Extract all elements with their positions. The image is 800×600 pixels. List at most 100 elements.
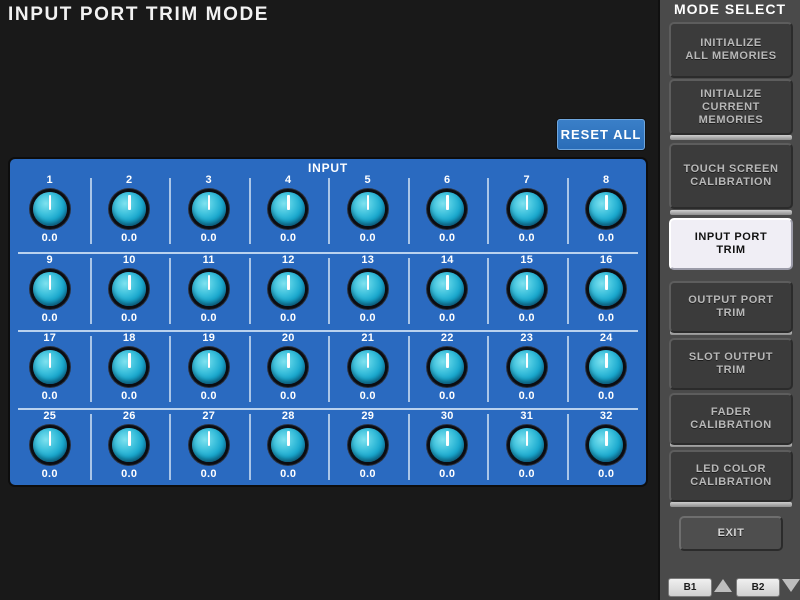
trim-knob[interactable] (27, 267, 73, 311)
knob-dial[interactable] (589, 350, 624, 384)
knob-dial[interactable] (350, 272, 385, 306)
knob-dial[interactable] (191, 272, 226, 306)
channel-knob-cell[interactable]: 27 0.0 (169, 410, 249, 485)
mode-button-touch-screen[interactable]: TOUCH SCREEN CALIBRATION (669, 143, 793, 209)
exit-button[interactable]: EXIT (679, 516, 783, 551)
trim-knob[interactable] (424, 345, 470, 389)
trim-knob[interactable] (345, 187, 391, 231)
bank-1-button[interactable]: B1 (668, 578, 712, 597)
channel-knob-cell[interactable]: 12 0.0 (248, 254, 329, 332)
triangle-up-icon[interactable] (714, 579, 732, 592)
knob-dial[interactable] (32, 350, 67, 384)
channel-knob-cell[interactable]: 21 0.0 (328, 332, 408, 410)
trim-knob[interactable] (583, 187, 629, 231)
knob-dial[interactable] (271, 192, 306, 226)
mode-button-input-port[interactable]: INPUT PORT TRIM (669, 218, 793, 270)
channel-knob-cell[interactable]: 19 0.0 (169, 332, 249, 410)
trim-knob[interactable] (106, 267, 152, 311)
mode-button-fader[interactable]: FADER CALIBRATION (669, 393, 793, 445)
knob-dial[interactable] (191, 428, 226, 462)
channel-knob-cell[interactable]: 13 0.0 (328, 254, 408, 332)
trim-knob[interactable] (504, 423, 550, 467)
mode-button-output-port[interactable]: OUTPUT PORT TRIM (669, 281, 793, 333)
trim-knob[interactable] (106, 345, 152, 389)
knob-dial[interactable] (589, 428, 624, 462)
trim-knob[interactable] (265, 187, 311, 231)
channel-knob-cell[interactable]: 22 0.0 (407, 332, 488, 410)
knob-dial[interactable] (350, 428, 385, 462)
trim-knob[interactable] (583, 345, 629, 389)
channel-knob-cell[interactable]: 15 0.0 (487, 254, 567, 332)
trim-knob[interactable] (504, 267, 550, 311)
trim-knob[interactable] (186, 187, 232, 231)
trim-knob[interactable] (106, 187, 152, 231)
knob-dial[interactable] (430, 272, 465, 306)
knob-dial[interactable] (430, 350, 465, 384)
channel-knob-cell[interactable]: 20 0.0 (248, 332, 329, 410)
mode-button-initialize[interactable]: INITIALIZE CURRENT MEMORIES (669, 79, 793, 135)
channel-knob-cell[interactable]: 24 0.0 (566, 332, 647, 410)
channel-knob-cell[interactable]: 29 0.0 (328, 410, 408, 485)
channel-knob-cell[interactable]: 6 0.0 (407, 174, 488, 252)
trim-knob[interactable] (186, 267, 232, 311)
channel-knob-cell[interactable]: 18 0.0 (89, 332, 170, 410)
knob-dial[interactable] (430, 428, 465, 462)
knob-dial[interactable] (350, 192, 385, 226)
knob-dial[interactable] (589, 192, 624, 226)
knob-dial[interactable] (509, 192, 544, 226)
trim-knob[interactable] (345, 345, 391, 389)
channel-knob-cell[interactable]: 3 0.0 (169, 174, 249, 252)
trim-knob[interactable] (424, 187, 470, 231)
knob-dial[interactable] (191, 350, 226, 384)
knob-dial[interactable] (509, 272, 544, 306)
knob-dial[interactable] (430, 192, 465, 226)
trim-knob[interactable] (424, 267, 470, 311)
knob-dial[interactable] (112, 272, 147, 306)
channel-knob-cell[interactable]: 11 0.0 (169, 254, 249, 332)
channel-knob-cell[interactable]: 14 0.0 (407, 254, 488, 332)
trim-knob[interactable] (27, 187, 73, 231)
channel-knob-cell[interactable]: 8 0.0 (566, 174, 647, 252)
trim-knob[interactable] (504, 345, 550, 389)
trim-knob[interactable] (583, 423, 629, 467)
trim-knob[interactable] (106, 423, 152, 467)
knob-dial[interactable] (32, 428, 67, 462)
trim-knob[interactable] (345, 423, 391, 467)
knob-dial[interactable] (589, 272, 624, 306)
channel-knob-cell[interactable]: 9 0.0 (10, 254, 90, 332)
trim-knob[interactable] (583, 267, 629, 311)
knob-dial[interactable] (271, 428, 306, 462)
bank-2-button[interactable]: B2 (736, 578, 780, 597)
trim-knob[interactable] (186, 423, 232, 467)
channel-knob-cell[interactable]: 23 0.0 (487, 332, 567, 410)
trim-knob[interactable] (27, 423, 73, 467)
channel-knob-cell[interactable]: 10 0.0 (89, 254, 170, 332)
trim-knob[interactable] (265, 267, 311, 311)
knob-dial[interactable] (32, 272, 67, 306)
channel-knob-cell[interactable]: 1 0.0 (10, 174, 90, 252)
channel-knob-cell[interactable]: 5 0.0 (328, 174, 408, 252)
knob-dial[interactable] (112, 428, 147, 462)
knob-dial[interactable] (350, 350, 385, 384)
trim-knob[interactable] (186, 345, 232, 389)
mode-button-led-color[interactable]: LED COLOR CALIBRATION (669, 450, 793, 502)
channel-knob-cell[interactable]: 26 0.0 (89, 410, 170, 485)
reset-all-button[interactable]: RESET ALL (557, 119, 645, 150)
trim-knob[interactable] (504, 187, 550, 231)
knob-dial[interactable] (509, 428, 544, 462)
channel-knob-cell[interactable]: 32 0.0 (566, 410, 647, 485)
channel-knob-cell[interactable]: 16 0.0 (566, 254, 647, 332)
channel-knob-cell[interactable]: 30 0.0 (407, 410, 488, 485)
knob-dial[interactable] (271, 272, 306, 306)
trim-knob[interactable] (27, 345, 73, 389)
channel-knob-cell[interactable]: 25 0.0 (10, 410, 90, 485)
knob-dial[interactable] (509, 350, 544, 384)
channel-knob-cell[interactable]: 7 0.0 (487, 174, 567, 252)
trim-knob[interactable] (265, 345, 311, 389)
trim-knob[interactable] (424, 423, 470, 467)
trim-knob[interactable] (345, 267, 391, 311)
knob-dial[interactable] (191, 192, 226, 226)
trim-knob[interactable] (265, 423, 311, 467)
channel-knob-cell[interactable]: 2 0.0 (89, 174, 170, 252)
channel-knob-cell[interactable]: 17 0.0 (10, 332, 90, 410)
